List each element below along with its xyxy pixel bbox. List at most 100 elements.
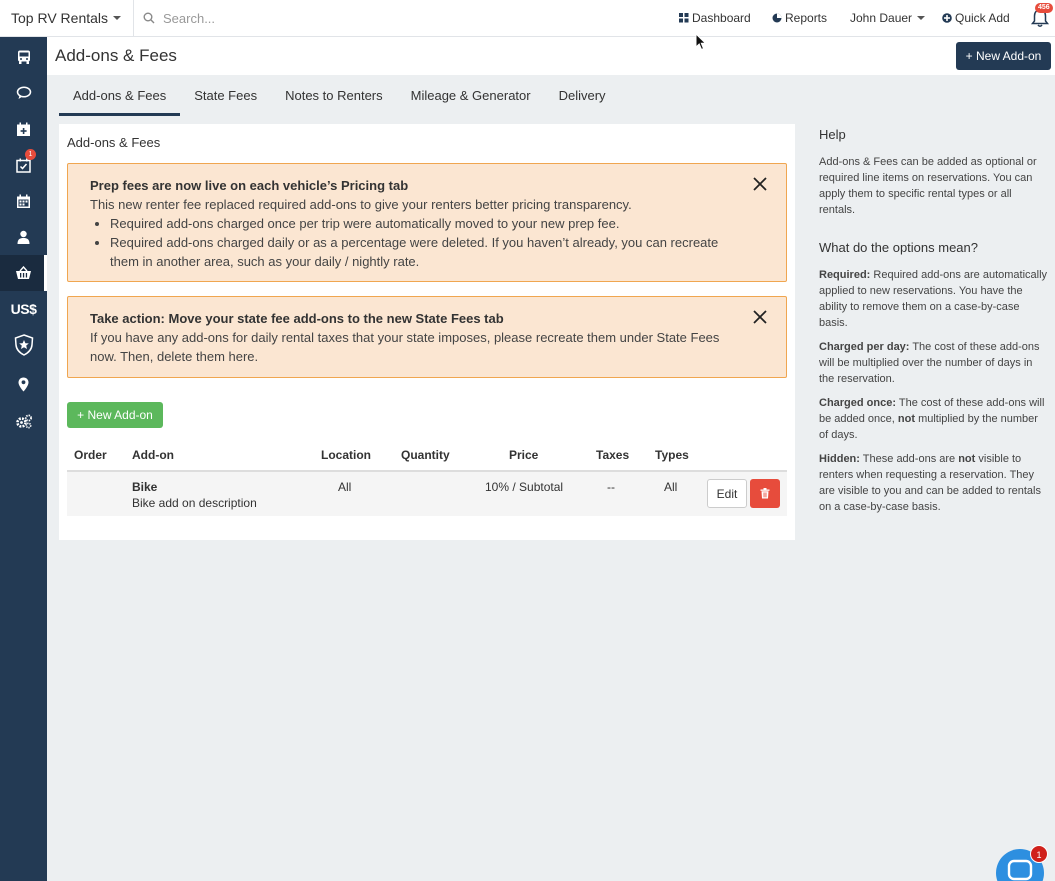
close-icon[interactable]	[752, 176, 768, 192]
tab-bar: Add-ons & Fees State Fees Notes to Rente…	[59, 86, 620, 116]
settings-icon	[15, 414, 32, 429]
tab-state-fees[interactable]: State Fees	[180, 86, 271, 116]
sidebar-item-vehicles[interactable]	[0, 39, 47, 75]
dashboard-link[interactable]: Dashboard	[679, 0, 751, 36]
help-panel: Help Add-ons & Fees can be added as opti…	[819, 127, 1049, 523]
help-per-day: Charged per day: The cost of these add-o…	[819, 339, 1049, 387]
alert-text: This new renter fee replaced required ad…	[90, 197, 632, 212]
dashboard-label: Dashboard	[692, 11, 751, 25]
column-header: Taxes	[596, 448, 630, 462]
tab-addons-fees[interactable]: Add-ons & Fees	[59, 86, 181, 116]
page-title: Add-ons & Fees	[55, 46, 177, 65]
calendar-plus-icon	[17, 122, 30, 136]
help-required: Required: Required add-ons are automatic…	[819, 267, 1049, 331]
user-menu[interactable]: John Dauer	[850, 0, 926, 36]
alert-list-item: Required add-ons charged daily or as a p…	[110, 233, 746, 271]
addon-taxes: --	[607, 480, 615, 494]
column-header: Order	[74, 448, 107, 462]
close-icon[interactable]	[752, 309, 768, 325]
state-fee-alert: Take action: Move your state fee add-ons…	[67, 296, 787, 378]
help-hidden: Hidden: These add-ons are not visible to…	[819, 451, 1049, 515]
chevron-down-icon	[113, 16, 122, 20]
tab-notes-to-renters[interactable]: Notes to Renters	[271, 86, 397, 116]
tasks-badge: 1	[25, 149, 36, 160]
sidebar-item-addons[interactable]	[0, 255, 47, 291]
tab-delivery[interactable]: Delivery	[545, 86, 620, 116]
sidebar-item-new-booking[interactable]	[0, 111, 47, 147]
help-emphasis: not	[958, 453, 976, 465]
addon-location: All	[338, 480, 352, 494]
column-header: Types	[655, 448, 689, 462]
help-options-title: What do the options mean?	[819, 240, 978, 255]
help-term: Hidden:	[819, 453, 860, 465]
help-emphasis: not	[897, 413, 916, 425]
tab-mileage-generator[interactable]: Mileage & Generator	[397, 86, 545, 116]
help-term: Charged once:	[819, 397, 897, 409]
user-name: John Dauer	[850, 11, 913, 25]
card-title: Add-ons & Fees	[67, 135, 161, 150]
help-term: Charged per day:	[819, 341, 910, 353]
column-header: Quantity	[401, 448, 450, 462]
alert-text: If you have any add-ons for daily rental…	[90, 330, 720, 364]
reports-label: Reports	[785, 11, 828, 25]
addon-name: Bike	[132, 480, 158, 494]
brand-name: Top RV Rentals	[11, 10, 109, 26]
pie-chart-icon	[772, 13, 782, 23]
chat-icon	[16, 86, 31, 99]
sidebar: 1 US$	[0, 37, 47, 881]
prep-fee-alert: Prep fees are now live on each vehicle’s…	[67, 163, 787, 282]
chat-badge: 1	[1030, 845, 1048, 863]
help-definition: These add-ons are	[859, 453, 959, 465]
new-addon-button[interactable]: + New Add-on	[67, 402, 163, 428]
addon-types: All	[664, 480, 678, 494]
addons-card: Add-ons & Fees Prep fees are now live on…	[59, 124, 795, 540]
sidebar-item-messages[interactable]	[0, 75, 47, 111]
top-bar: Top RV Rentals Dashboard Reports John Da…	[0, 0, 1055, 37]
alert-list: Required add-ons charged once per trip w…	[110, 214, 746, 271]
column-header: Price	[509, 448, 539, 462]
help-intro: Add-ons & Fees can be added as optional …	[819, 156, 1037, 216]
dashboard-icon	[679, 13, 689, 23]
sidebar-item-calendar[interactable]	[0, 183, 47, 219]
location-icon	[18, 377, 29, 391]
calendar-icon	[17, 194, 30, 208]
column-header: Add-on	[132, 448, 174, 462]
sidebar-item-settings[interactable]	[0, 403, 47, 439]
help-term: Required:	[819, 269, 871, 281]
sidebar-item-payments[interactable]: US$	[0, 291, 47, 327]
edit-button[interactable]: Edit	[707, 479, 747, 508]
notification-badge: 456	[1035, 3, 1053, 13]
search-box[interactable]	[143, 8, 463, 28]
account-switcher[interactable]: Top RV Rentals	[0, 0, 134, 36]
quick-add-button[interactable]: Quick Add	[942, 0, 1010, 36]
search-input[interactable]	[163, 10, 443, 26]
plus-circle-icon	[942, 13, 952, 23]
sidebar-item-insurance[interactable]	[0, 327, 47, 363]
trash-icon	[760, 488, 770, 499]
currency-icon: US$	[10, 301, 37, 317]
delete-button[interactable]	[750, 479, 780, 508]
basket-icon	[16, 266, 31, 279]
addon-description: Bike add on description	[132, 496, 257, 510]
shield-icon	[14, 334, 33, 356]
column-header: Location	[321, 448, 371, 462]
sidebar-item-tasks[interactable]: 1	[0, 147, 47, 183]
quick-add-label: Quick Add	[955, 11, 1010, 25]
alert-list-item: Required add-ons charged once per trip w…	[110, 214, 746, 233]
new-addon-header-button[interactable]: + New Add-on	[956, 42, 1051, 70]
table-row: Bike Bike add on description All 10% / S…	[67, 472, 787, 516]
mouse-cursor-icon	[695, 33, 707, 51]
addon-price: 10% / Subtotal	[485, 480, 564, 494]
reports-link[interactable]: Reports	[772, 0, 827, 36]
help-title: Help	[819, 127, 846, 142]
chevron-down-icon	[917, 16, 926, 20]
help-once: Charged once: The cost of these add-ons …	[819, 395, 1049, 443]
sidebar-item-locations[interactable]	[0, 366, 47, 402]
page-header	[47, 37, 1055, 75]
search-icon	[143, 12, 155, 24]
alert-heading: Take action: Move your state fee add-ons…	[90, 311, 504, 326]
user-icon	[17, 230, 30, 244]
bus-icon	[17, 50, 30, 64]
sidebar-item-customers[interactable]	[0, 219, 47, 255]
alert-heading: Prep fees are now live on each vehicle’s…	[90, 178, 409, 193]
